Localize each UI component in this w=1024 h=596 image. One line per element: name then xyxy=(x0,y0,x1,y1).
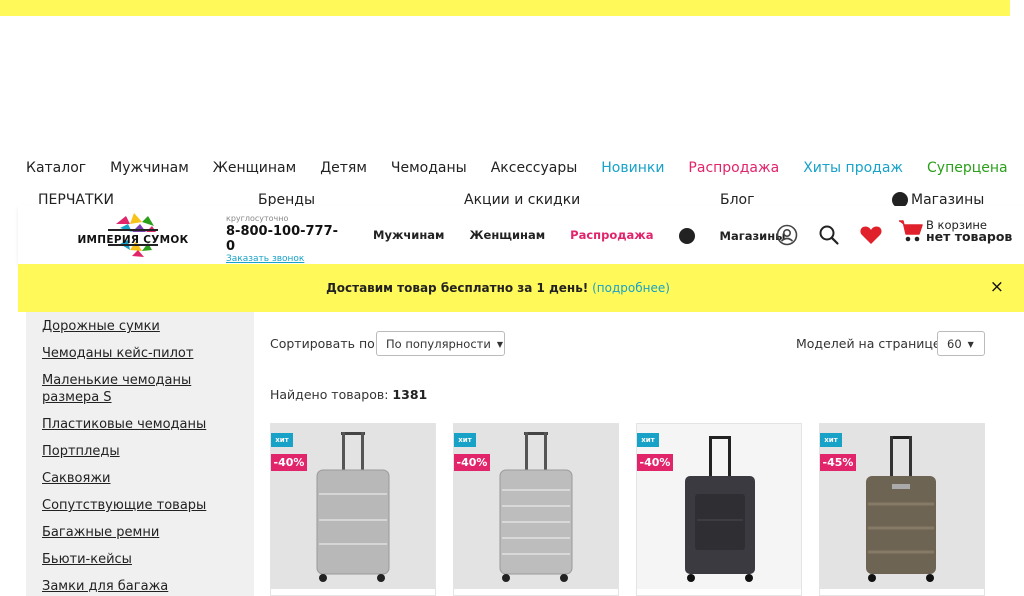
header-icons xyxy=(774,222,900,248)
cart-text: В корзине нет товаров xyxy=(926,219,1012,243)
category-link[interactable]: Сопутствующие товары xyxy=(26,497,254,514)
top-banner-strip xyxy=(0,0,1010,16)
promo-paren-open: ( xyxy=(588,281,597,295)
sort-select-value: По популярности xyxy=(386,337,491,351)
product-image[interactable] xyxy=(820,424,984,589)
heart-icon[interactable] xyxy=(858,222,884,248)
logo-text: ИМПЕРИЯ СУМОК xyxy=(77,234,189,246)
nav-men[interactable]: Мужчинам xyxy=(110,160,189,176)
per-page-label: Моделей на странице: xyxy=(796,336,945,351)
sort-select[interactable]: По популярности ▼ xyxy=(376,331,505,356)
product-card[interactable]: хит -40% xyxy=(270,423,436,596)
cart-icon xyxy=(899,220,923,242)
promo-message: Доставим товар бесплатно за 1 день! xyxy=(326,281,589,295)
found-count: Найдено товаров: 1381 xyxy=(270,387,427,402)
chevron-down-icon: ▼ xyxy=(496,340,503,349)
search-icon[interactable] xyxy=(816,222,842,248)
promo-banner: Доставим товар бесплатно за 1 день! (под… xyxy=(18,264,1024,312)
chevron-down-icon: ▼ xyxy=(967,340,974,349)
nav-stores-label: Магазины xyxy=(911,192,985,206)
suitcase-image xyxy=(866,436,936,582)
nav-superprice[interactable]: Суперцена xyxy=(927,160,1008,176)
per-page-select[interactable]: 60 ▼ xyxy=(937,331,985,356)
hit-badge: хит xyxy=(820,433,842,447)
product-card[interactable]: хит -40% xyxy=(453,423,619,596)
nav-suitcases[interactable]: Чемоданы xyxy=(391,160,467,176)
category-link[interactable]: Маленькие чемоданы размера S xyxy=(26,372,254,406)
phone-number[interactable]: 8-800-100-777-0 xyxy=(226,224,346,254)
found-number: 1381 xyxy=(392,387,428,402)
user-icon[interactable] xyxy=(774,222,800,248)
category-link[interactable]: Чемоданы кейс-пилот xyxy=(26,345,254,362)
header-nav-stores[interactable]: 20 Магазины xyxy=(678,228,786,244)
phone-note: круглосуточно xyxy=(226,214,289,223)
per-page-value: 60 xyxy=(947,337,962,351)
nav-accessories[interactable]: Аксессуары xyxy=(491,160,578,176)
category-link[interactable]: Портпледы xyxy=(26,443,254,460)
discount-badge: -40% xyxy=(271,454,307,471)
nav-sale[interactable]: Распродажа xyxy=(688,160,779,176)
nav-kids[interactable]: Детям xyxy=(320,160,367,176)
suitcase-image xyxy=(685,436,755,582)
category-link[interactable]: Бьюти-кейсы xyxy=(26,551,254,568)
stores-count-badge: 20 xyxy=(892,192,908,206)
nav-promotions[interactable]: Акции и скидки xyxy=(464,192,580,206)
promo-more-link[interactable]: подробнее xyxy=(597,281,665,295)
suitcase-image xyxy=(499,432,573,582)
suitcase-image xyxy=(316,432,390,582)
nav-new[interactable]: Новинки xyxy=(601,160,664,176)
product-card[interactable]: хит -45% xyxy=(819,423,985,596)
nav-gloves[interactable]: ПЕРЧАТКИ xyxy=(38,192,114,206)
header-nav-women[interactable]: Женщинам xyxy=(469,228,545,244)
nav-brands[interactable]: Бренды xyxy=(258,192,315,206)
callback-link[interactable]: Заказать звонок xyxy=(226,254,346,264)
product-image[interactable] xyxy=(637,424,801,589)
category-sidebar: Дорожные сумки Чемоданы кейс-пилот Мален… xyxy=(26,312,254,596)
cart[interactable]: В корзине нет товаров xyxy=(898,219,1012,243)
product-image[interactable] xyxy=(454,424,618,589)
main-nav-row2: ПЕРЧАТКИ Бренды Акции и скидки Блог 20 М… xyxy=(0,192,1010,206)
header-nav: Мужчинам Женщинам Распродажа 20 Магазины xyxy=(373,228,786,244)
cart-status: нет товаров xyxy=(926,229,1013,244)
category-link[interactable]: Пластиковые чемоданы xyxy=(26,416,254,433)
promo-paren-close: ) xyxy=(665,281,670,295)
category-link[interactable]: Дорожные сумки xyxy=(26,318,254,335)
sort-label: Сортировать по: xyxy=(270,336,379,351)
discount-badge: -40% xyxy=(637,454,673,471)
category-link[interactable]: Багажные ремни xyxy=(26,524,254,541)
phone-block: круглосуточно 8-800-100-777-0 Заказать з… xyxy=(226,214,346,264)
header-nav-men[interactable]: Мужчинам xyxy=(373,228,444,244)
sticky-header: ИМПЕРИЯ СУМОК круглосуточно 8-800-100-77… xyxy=(18,206,1024,264)
product-grid: хит -40% хит -40% хит -40% хит -45% xyxy=(270,423,986,596)
hit-badge: хит xyxy=(271,433,293,447)
product-card[interactable]: хит -40% xyxy=(636,423,802,596)
nav-stores[interactable]: 20 Магазины xyxy=(892,192,984,206)
header-nav-sale[interactable]: Распродажа xyxy=(570,228,653,244)
nav-bestsellers[interactable]: Хиты продаж xyxy=(803,160,903,176)
discount-badge: -45% xyxy=(820,454,856,471)
promo-text: Доставим товар бесплатно за 1 день! (под… xyxy=(18,281,978,295)
hit-badge: хит xyxy=(637,433,659,447)
category-link[interactable]: Замки для багажа xyxy=(26,578,254,595)
found-label: Найдено товаров: xyxy=(270,387,389,402)
nav-catalog[interactable]: Каталог xyxy=(26,160,86,176)
hit-badge: хит xyxy=(454,433,476,447)
close-icon[interactable]: × xyxy=(990,277,1004,297)
product-image[interactable] xyxy=(271,424,435,589)
nav-blog[interactable]: Блог xyxy=(720,192,754,206)
main-nav-row1: Каталог Мужчинам Женщинам Детям Чемоданы… xyxy=(26,160,1024,176)
listing-toolbar: Сортировать по: По популярности ▼ Моделей… xyxy=(270,331,986,357)
discount-badge: -40% xyxy=(454,454,490,471)
category-link[interactable]: Саквояжи xyxy=(26,470,254,487)
logo[interactable]: ИМПЕРИЯ СУМОК xyxy=(68,210,198,260)
header-stores-badge: 20 xyxy=(678,228,695,244)
page: Каталог Мужчинам Женщинам Детям Чемоданы… xyxy=(0,0,1024,596)
nav-women[interactable]: Женщинам xyxy=(213,160,296,176)
